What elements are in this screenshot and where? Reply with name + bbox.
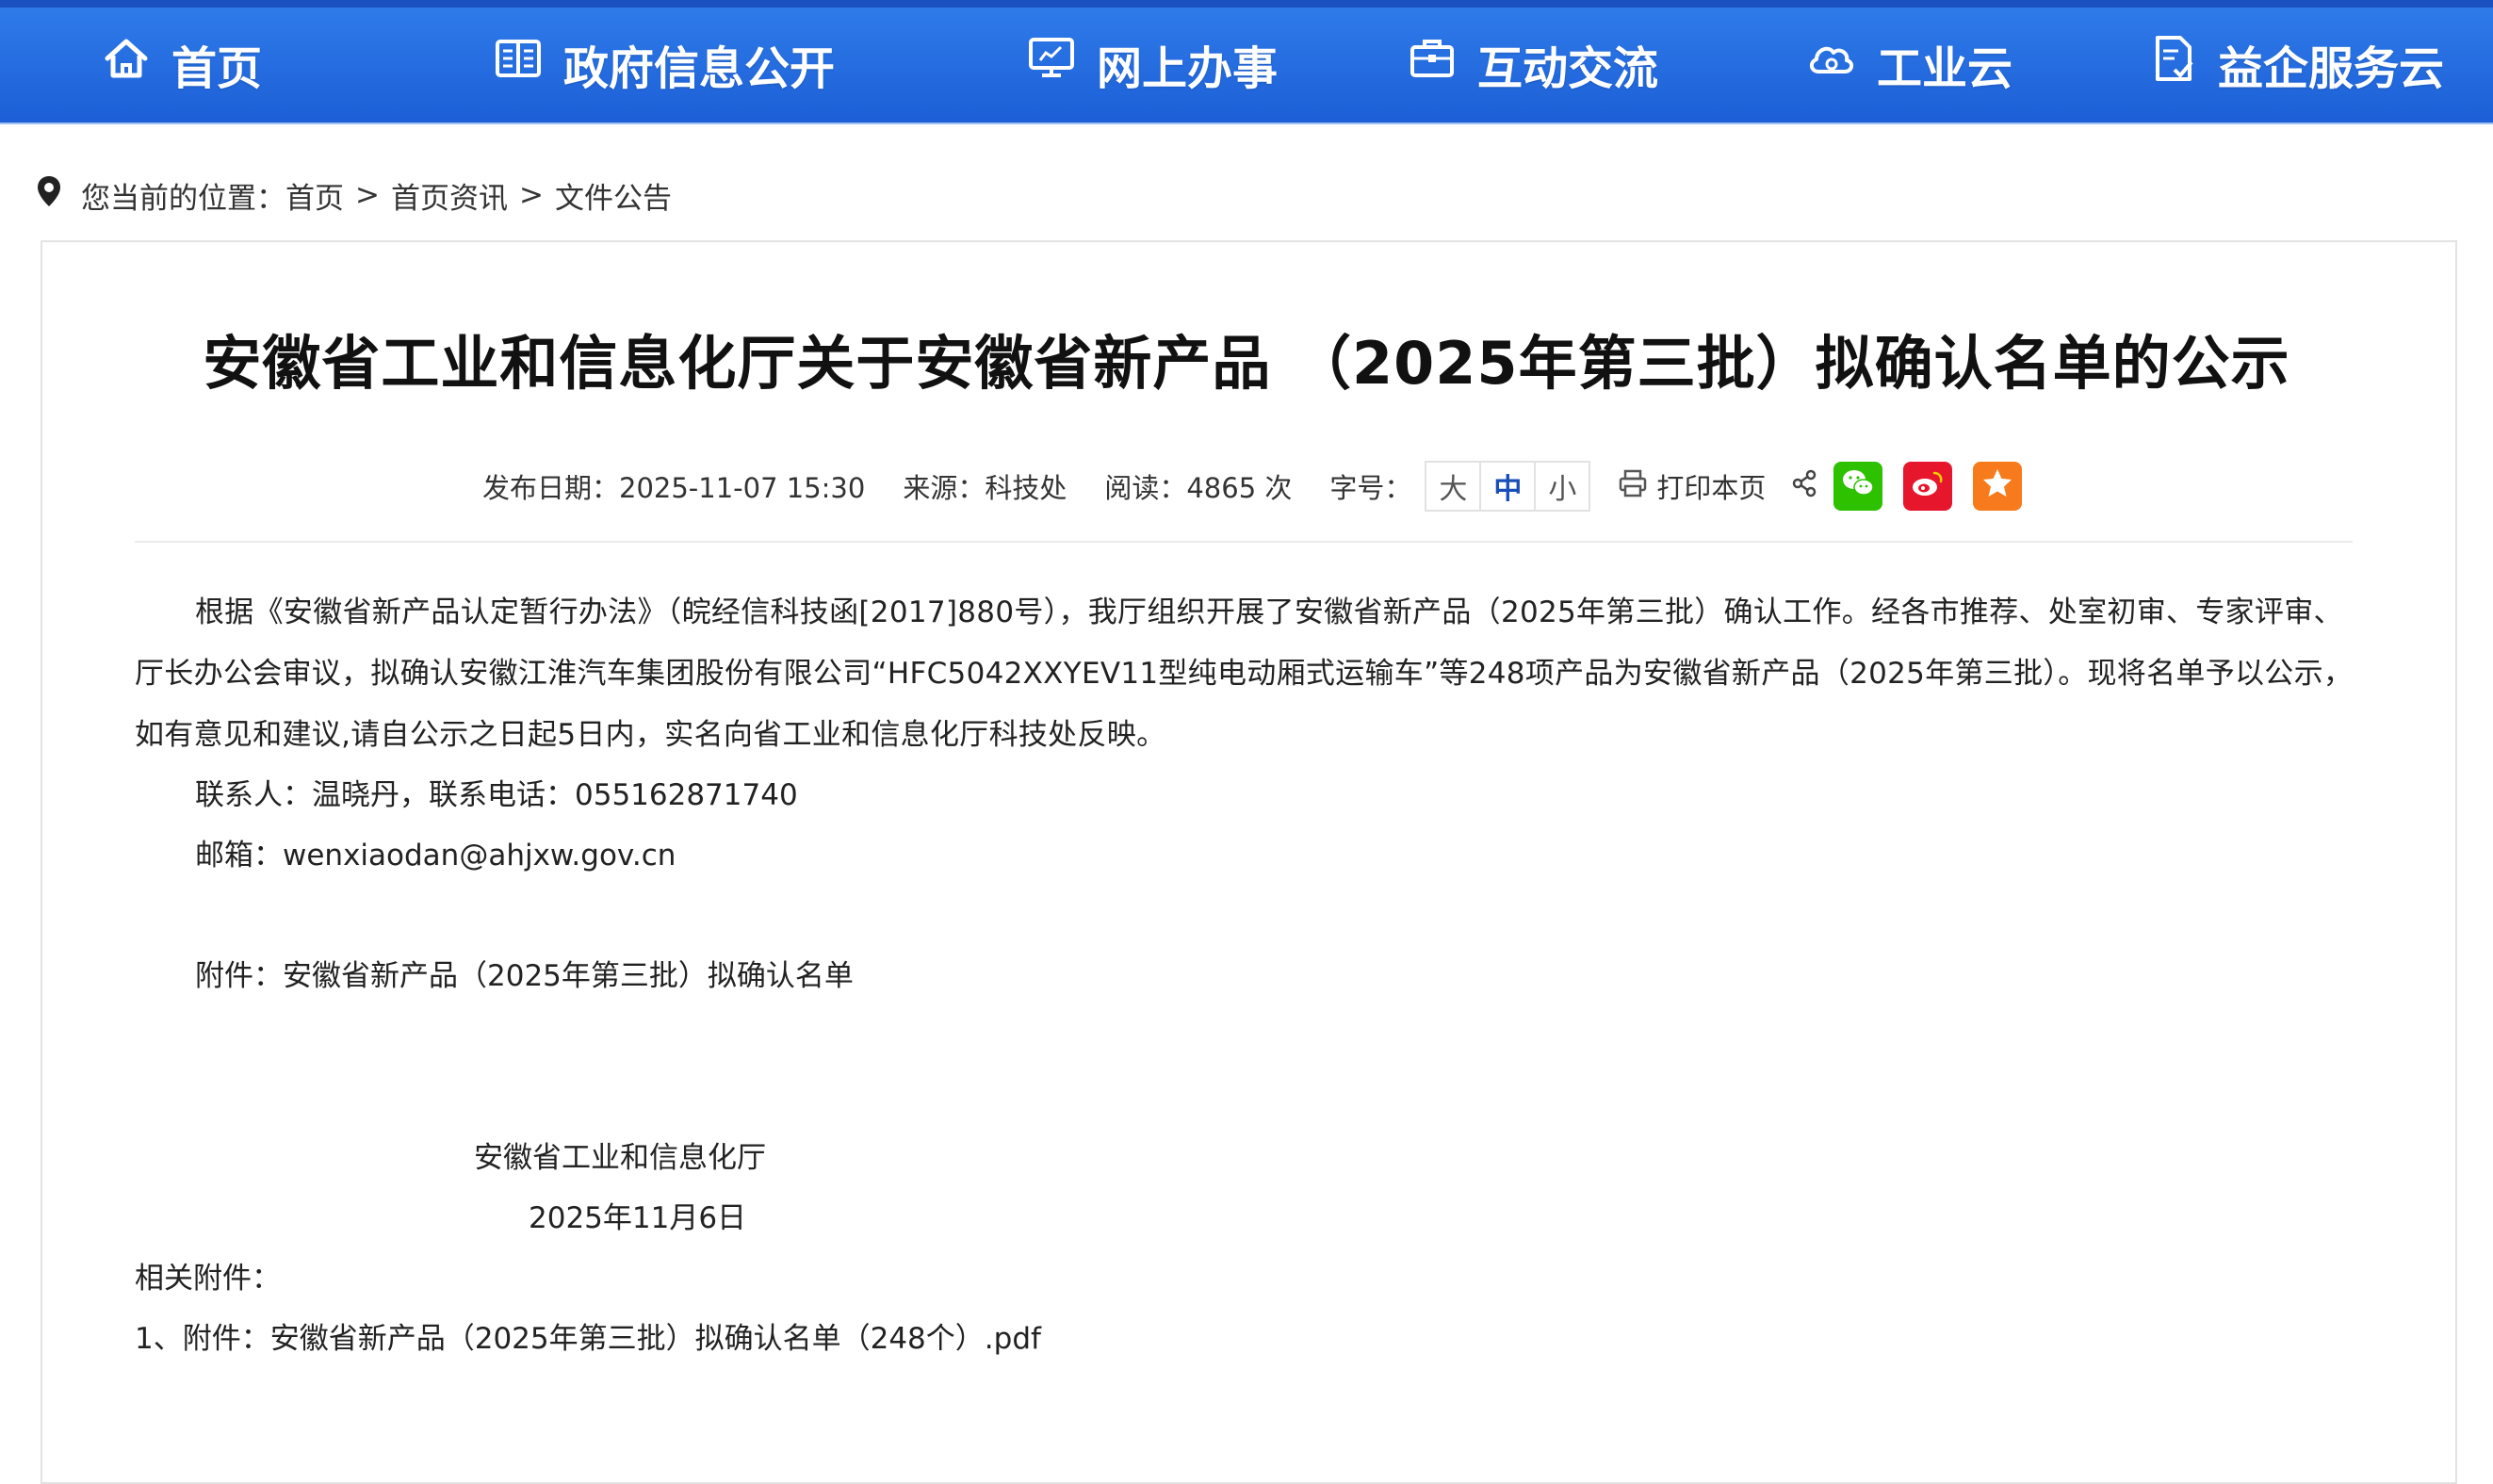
issue-date: 2025年11月6日 xyxy=(529,1201,747,1235)
article-body-paragraph: 根据《安徽省新产品认定暂行办法》（皖经信科技函[2017]880号），我厅组织开… xyxy=(135,595,2354,752)
article-meta: 发布日期：2025-11-07 15:30 来源：科技处 阅读：4865 次 字… xyxy=(482,460,2043,513)
nav-item-industry-cloud[interactable]: 工业云 xyxy=(1805,36,2012,95)
print-label: 打印本页 xyxy=(1656,472,1767,504)
home-icon xyxy=(100,32,171,96)
weibo-share-button[interactable] xyxy=(1903,462,1953,511)
briefcase-icon xyxy=(1406,32,1477,96)
meta-divider xyxy=(135,541,2353,543)
share-icon[interactable] xyxy=(1790,469,1833,504)
nav-item-online-service[interactable]: 网上办事 xyxy=(1025,36,1278,95)
nav-item-label: 工业云 xyxy=(1877,42,2013,95)
nav-item-home[interactable]: 首页 xyxy=(100,36,262,95)
nav-item-interaction[interactable]: 互动交流 xyxy=(1406,36,1658,95)
nav-item-label: 首页 xyxy=(171,42,263,95)
cloud-icon xyxy=(1805,32,1877,96)
font-size-large-button[interactable]: 大 xyxy=(1426,463,1482,510)
issuing-organization: 安徽省工业和信息化厅 xyxy=(474,1141,766,1175)
monitor-icon xyxy=(1025,32,1097,96)
nav-item-label: 互动交流 xyxy=(1477,42,1659,95)
related-attachments-label: 相关附件： xyxy=(135,1262,281,1296)
breadcrumb-link-home[interactable]: 首页 xyxy=(285,174,344,217)
nav-item-label: 网上办事 xyxy=(1097,42,1279,95)
favorite-button[interactable] xyxy=(1973,462,2023,511)
wechat-icon xyxy=(1840,465,1876,508)
location-pin-icon xyxy=(36,174,81,216)
font-size-selector: 大 中 小 xyxy=(1425,461,1591,512)
nav-item-gov-info[interactable]: 政府信息公开 xyxy=(492,36,835,95)
printer-icon xyxy=(1617,467,1656,506)
star-icon xyxy=(1980,465,2015,508)
breadcrumb-separator: > xyxy=(518,178,544,212)
breadcrumb: 您当前的位置： 首页 > 首页资讯 > 文件公告 xyxy=(36,171,672,219)
view-count: 阅读：4865 次 xyxy=(1104,472,1293,504)
nav-item-enterprise-service-cloud[interactable]: 益企服务云 xyxy=(2146,36,2444,95)
font-size-label: 字号： xyxy=(1329,472,1412,504)
book-icon xyxy=(492,32,563,96)
publish-date: 发布日期：2025-11-07 15:30 xyxy=(482,472,866,504)
attachment-note: 附件：安徽省新产品（2025年第三批）拟确认名单 xyxy=(195,959,854,993)
nav-item-label: 益企服务云 xyxy=(2218,42,2445,95)
font-size-medium-button[interactable]: 中 xyxy=(1481,463,1537,510)
document-icon xyxy=(2146,32,2218,96)
attachment-file-link[interactable]: 1、附件：安徽省新产品（2025年第三批）拟确认名单（248个）.pdf xyxy=(135,1309,1041,1370)
print-button[interactable]: 打印本页 xyxy=(1617,466,1766,506)
contact-info: 联系人：温晓丹，联系电话：055162871740 xyxy=(195,778,798,812)
breadcrumb-prefix: 您当前的位置： xyxy=(81,181,285,216)
breadcrumb-separator: > xyxy=(355,178,380,212)
wechat-share-button[interactable] xyxy=(1833,462,1883,511)
breadcrumb-link-notices[interactable]: 文件公告 xyxy=(555,174,672,217)
top-navigation-bar: 首页 政府信息公开 网上办事 互动交流 工业云 益企服务云 xyxy=(0,0,2493,124)
nav-item-label: 政府信息公开 xyxy=(563,42,836,95)
font-size-small-button[interactable]: 小 xyxy=(1536,463,1589,510)
article-title: 安徽省工业和信息化厅关于安徽省新产品 （2025年第三批）拟确认名单的公示 xyxy=(203,329,2290,398)
weibo-icon xyxy=(1910,465,1946,508)
source: 来源：科技处 xyxy=(903,472,1067,504)
contact-email: 邮箱：wenxiaodan@ahjxw.gov.cn xyxy=(195,839,676,872)
breadcrumb-link-news[interactable]: 首页资讯 xyxy=(391,174,508,217)
